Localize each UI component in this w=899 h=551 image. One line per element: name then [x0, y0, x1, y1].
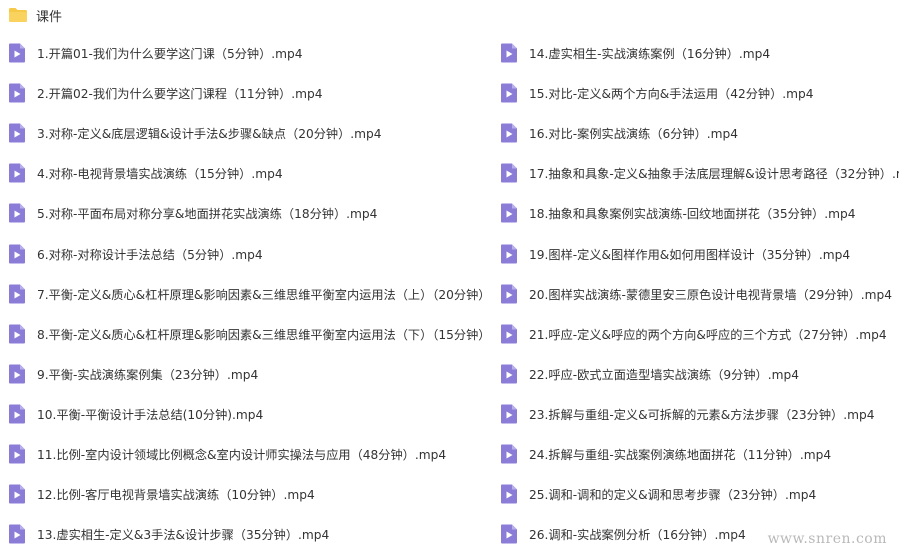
- file-name: 15.对比-定义&两个方向&手法运用（42分钟）.mp4: [529, 87, 814, 102]
- file-list-left-column: 1.开篇01-我们为什么要学这门课（5分钟）.mp4 2.开篇02-我们为什么要学…: [8, 33, 498, 551]
- file-name: 13.虚实相生-定义&3手法&设计步骤（35分钟）.mp4: [37, 528, 330, 543]
- file-name: 10.平衡-平衡设计手法总结(10分钟).mp4: [37, 407, 264, 422]
- video-file-icon: [500, 364, 518, 384]
- file-item[interactable]: 20.图样实战演练-蒙德里安三原色设计电视背景墙（29分钟）.mp4: [500, 274, 899, 314]
- video-file-icon: [500, 444, 518, 464]
- video-file-icon: [500, 163, 518, 183]
- video-file-icon: [500, 284, 518, 304]
- file-item[interactable]: 22.呼应-欧式立面造型墙实战演练（9分钟）.mp4: [500, 354, 899, 394]
- file-name: 12.比例-客厅电视背景墙实战演练（10分钟）.mp4: [37, 488, 315, 503]
- file-item[interactable]: 3.对称-定义&底层逻辑&设计手法&步骤&缺点（20分钟）.mp4: [8, 113, 498, 153]
- file-item[interactable]: 6.对称-对称设计手法总结（5分钟）.mp4: [8, 233, 498, 273]
- file-item[interactable]: 24.拆解与重组-实战案例演练地面拼花（11分钟）.mp4: [500, 434, 899, 474]
- file-item[interactable]: 17.抽象和具象-定义&抽象手法底层理解&设计思考路径（32分钟）.mp4: [500, 153, 899, 193]
- video-file-icon: [8, 484, 26, 504]
- video-file-icon: [8, 123, 26, 143]
- file-item[interactable]: 12.比例-客厅电视背景墙实战演练（10分钟）.mp4: [8, 474, 498, 514]
- file-item[interactable]: 21.呼应-定义&呼应的两个方向&呼应的三个方式（27分钟）.mp4: [500, 314, 899, 354]
- file-item[interactable]: 10.平衡-平衡设计手法总结(10分钟).mp4: [8, 394, 498, 434]
- file-name: 1.开篇01-我们为什么要学这门课（5分钟）.mp4: [37, 47, 303, 62]
- file-name: 17.抽象和具象-定义&抽象手法底层理解&设计思考路径（32分钟）.mp4: [529, 167, 899, 182]
- file-item[interactable]: 9.平衡-实战演练案例集（23分钟）.mp4: [8, 354, 498, 394]
- video-file-icon: [500, 524, 518, 544]
- file-name: 14.虚实相生-实战演练案例（16分钟）.mp4: [529, 47, 771, 62]
- video-file-icon: [8, 163, 26, 183]
- file-name: 4.对称-电视背景墙实战演练（15分钟）.mp4: [37, 167, 283, 182]
- video-file-icon: [8, 444, 26, 464]
- file-list-window: 课件 1.开篇01-我们为什么要学这门课（5分钟）.mp4 2.开篇02-我们为什…: [0, 0, 899, 551]
- file-name: 11.比例-室内设计领域比例概念&室内设计师实操法与应用（48分钟）.mp4: [37, 447, 447, 462]
- file-name: 20.图样实战演练-蒙德里安三原色设计电视背景墙（29分钟）.mp4: [529, 287, 893, 302]
- video-file-icon: [8, 244, 26, 264]
- video-file-icon: [500, 203, 518, 223]
- video-file-icon: [500, 404, 518, 424]
- folder-icon: [8, 7, 28, 23]
- video-file-icon: [8, 324, 26, 344]
- file-item[interactable]: 14.虚实相生-实战演练案例（16分钟）.mp4: [500, 33, 899, 73]
- video-file-icon: [8, 43, 26, 63]
- file-item[interactable]: 11.比例-室内设计领域比例概念&室内设计师实操法与应用（48分钟）.mp4: [8, 434, 498, 474]
- file-name: 18.抽象和具象案例实战演练-回纹地面拼花（35分钟）.mp4: [529, 207, 856, 222]
- file-name: 23.拆解与重组-定义&可拆解的元素&方法步骤（23分钟）.mp4: [529, 407, 875, 422]
- file-name: 2.开篇02-我们为什么要学这门课程（11分钟）.mp4: [37, 87, 323, 102]
- video-file-icon: [8, 284, 26, 304]
- video-file-icon: [8, 364, 26, 384]
- file-name: 26.调和-实战案例分析（16分钟）.mp4: [529, 528, 746, 543]
- file-item[interactable]: 18.抽象和具象案例实战演练-回纹地面拼花（35分钟）.mp4: [500, 193, 899, 233]
- video-file-icon: [8, 524, 26, 544]
- file-name: 3.对称-定义&底层逻辑&设计手法&步骤&缺点（20分钟）.mp4: [37, 127, 382, 142]
- file-item[interactable]: 15.对比-定义&两个方向&手法运用（42分钟）.mp4: [500, 73, 899, 113]
- video-file-icon: [8, 404, 26, 424]
- watermark-text: www.snren.com: [767, 531, 887, 547]
- file-name: 24.拆解与重组-实战案例演练地面拼花（11分钟）.mp4: [529, 447, 832, 462]
- file-name: 8.平衡-定义&质心&杠杆原理&影响因素&三维思维平衡室内运用法（下）（15分钟…: [37, 327, 491, 342]
- file-item[interactable]: 2.开篇02-我们为什么要学这门课程（11分钟）.mp4: [8, 73, 498, 113]
- file-list-right-column: 14.虚实相生-实战演练案例（16分钟）.mp4 15.对比-定义&两个方向&手法…: [500, 33, 899, 551]
- file-name: 16.对比-案例实战演练（6分钟）.mp4: [529, 127, 739, 142]
- video-file-icon: [500, 484, 518, 504]
- file-item[interactable]: 16.对比-案例实战演练（6分钟）.mp4: [500, 113, 899, 153]
- video-file-icon: [500, 244, 518, 264]
- video-file-icon: [8, 83, 26, 103]
- file-name: 21.呼应-定义&呼应的两个方向&呼应的三个方式（27分钟）.mp4: [529, 327, 887, 342]
- video-file-icon: [500, 123, 518, 143]
- file-name: 5.对称-平面布局对称分享&地面拼花实战演练（18分钟）.mp4: [37, 207, 378, 222]
- folder-header[interactable]: 课件: [8, 4, 62, 26]
- file-name: 6.对称-对称设计手法总结（5分钟）.mp4: [37, 247, 263, 262]
- file-item[interactable]: 8.平衡-定义&质心&杠杆原理&影响因素&三维思维平衡室内运用法（下）（15分钟…: [8, 314, 498, 354]
- file-name: 22.呼应-欧式立面造型墙实战演练（9分钟）.mp4: [529, 367, 799, 382]
- video-file-icon: [500, 43, 518, 63]
- file-name: 9.平衡-实战演练案例集（23分钟）.mp4: [37, 367, 259, 382]
- file-name: 25.调和-调和的定义&调和思考步骤（23分钟）.mp4: [529, 488, 817, 503]
- file-name: 7.平衡-定义&质心&杠杆原理&影响因素&三维思维平衡室内运用法（上）（20分钟…: [37, 287, 491, 302]
- file-item[interactable]: 1.开篇01-我们为什么要学这门课（5分钟）.mp4: [8, 33, 498, 73]
- file-name: 19.图样-定义&图样作用&如何用图样设计（35分钟）.mp4: [529, 247, 851, 262]
- video-file-icon: [500, 83, 518, 103]
- folder-title: 课件: [36, 9, 63, 25]
- file-item[interactable]: 5.对称-平面布局对称分享&地面拼花实战演练（18分钟）.mp4: [8, 193, 498, 233]
- file-item[interactable]: 7.平衡-定义&质心&杠杆原理&影响因素&三维思维平衡室内运用法（上）（20分钟…: [8, 274, 498, 314]
- file-item[interactable]: 4.对称-电视背景墙实战演练（15分钟）.mp4: [8, 153, 498, 193]
- file-item[interactable]: 23.拆解与重组-定义&可拆解的元素&方法步骤（23分钟）.mp4: [500, 394, 899, 434]
- video-file-icon: [500, 324, 518, 344]
- file-item[interactable]: 25.调和-调和的定义&调和思考步骤（23分钟）.mp4: [500, 474, 899, 514]
- file-item[interactable]: 13.虚实相生-定义&3手法&设计步骤（35分钟）.mp4: [8, 514, 498, 551]
- video-file-icon: [8, 203, 26, 223]
- file-item[interactable]: 19.图样-定义&图样作用&如何用图样设计（35分钟）.mp4: [500, 233, 899, 273]
